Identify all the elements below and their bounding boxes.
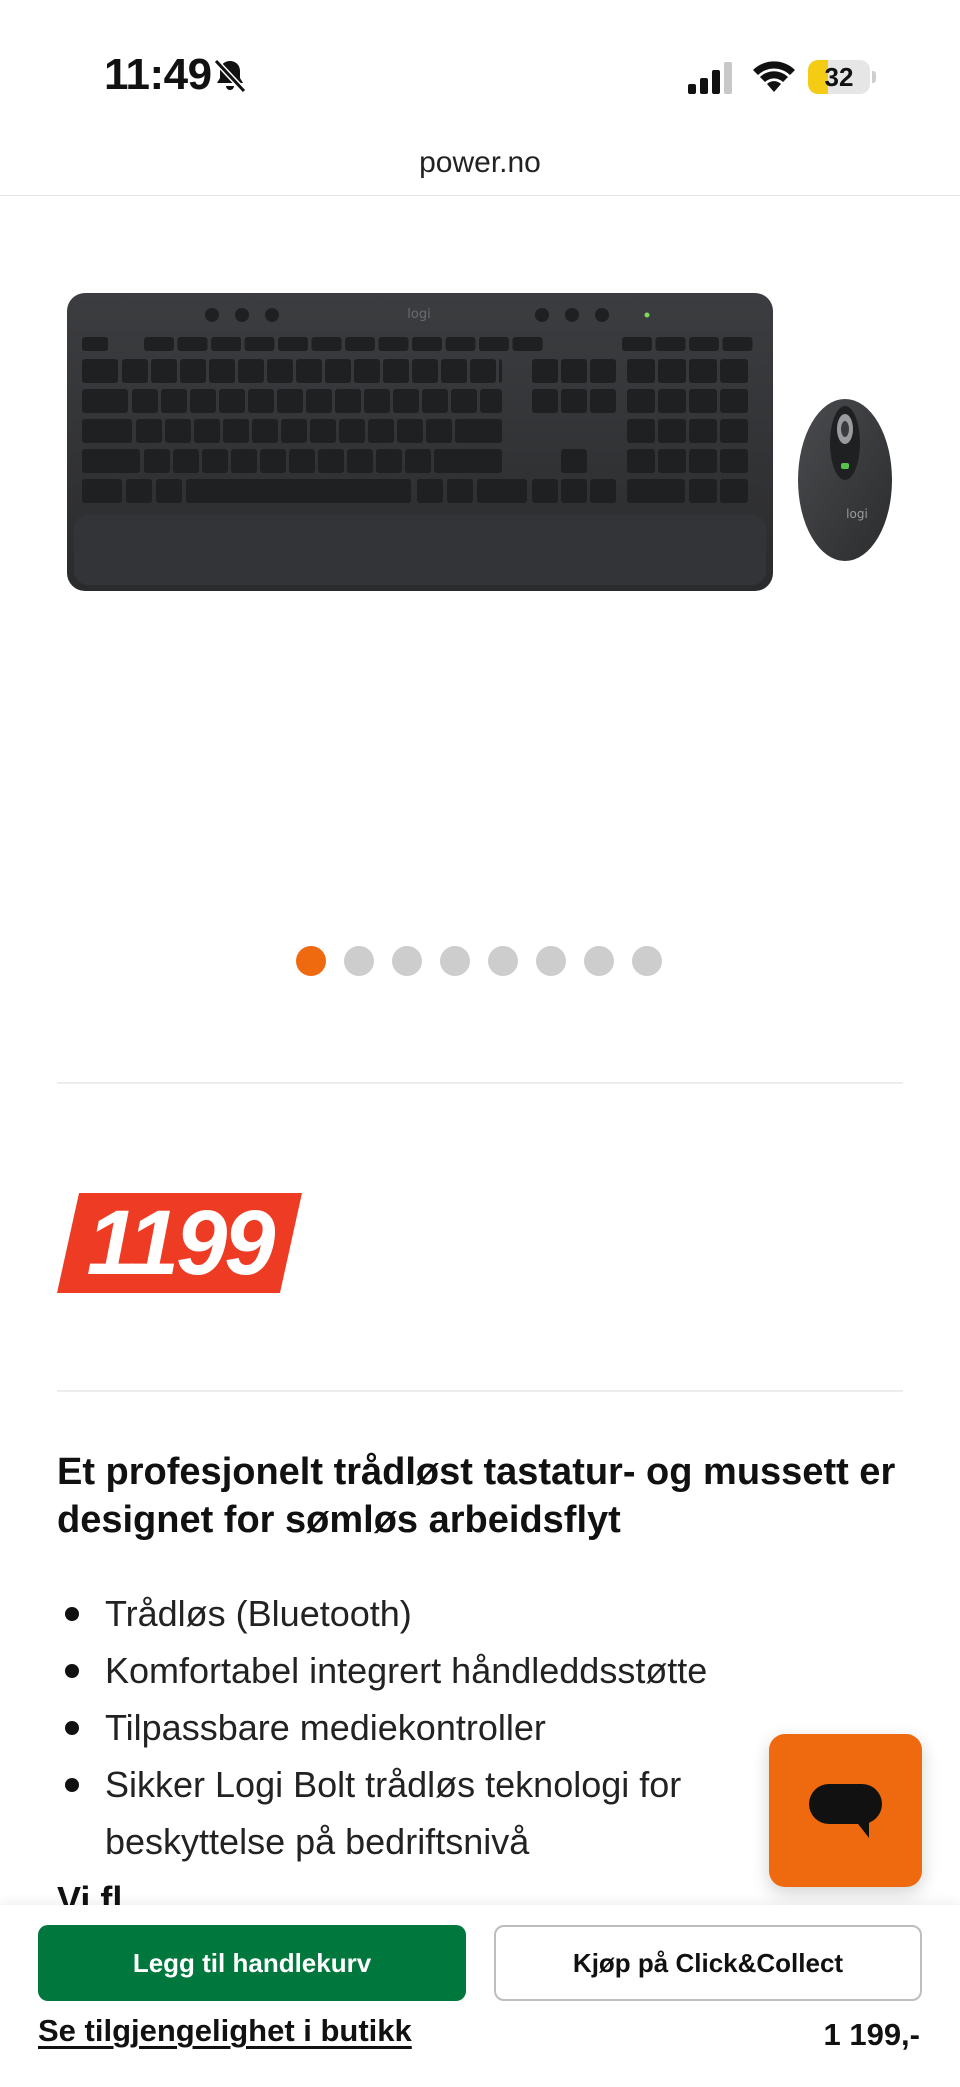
carousel-dot[interactable] xyxy=(344,946,374,976)
feature-item: Tilpassbare mediekontroller xyxy=(57,1699,777,1756)
feature-item: Komfortabel integrert håndleddsstøtte xyxy=(57,1642,777,1699)
bullet-icon xyxy=(65,1721,79,1735)
feature-list: Trådløs (Bluetooth) Komfortabel integrer… xyxy=(57,1585,777,1870)
bottom-action-bar: Legg til handlekurv Kjøp på Click&Collec… xyxy=(0,1905,960,2087)
battery-icon: 32 xyxy=(808,60,876,94)
carousel-dot[interactable] xyxy=(392,946,422,976)
chat-bubble-icon xyxy=(809,1784,882,1838)
product-headline: Et profesjonelt trådløst tastatur- og mu… xyxy=(57,1451,896,1541)
carousel-dot[interactable] xyxy=(536,946,566,976)
feature-text: Komfortabel integrert håndleddsstøtte xyxy=(105,1650,708,1691)
feature-item: Sikker Logi Bolt trådløs teknologi for b… xyxy=(57,1756,777,1870)
bell-slash-icon xyxy=(213,58,247,94)
divider xyxy=(0,195,960,196)
feature-item: Trådløs (Bluetooth) xyxy=(57,1585,777,1642)
carousel-dot[interactable] xyxy=(440,946,470,976)
keyboard-illustration: logi xyxy=(67,293,773,591)
divider xyxy=(57,1390,903,1392)
price-badge: 1199 xyxy=(57,1193,302,1293)
click-and-collect-button[interactable]: Kjøp på Click&Collect xyxy=(494,1925,922,2001)
divider xyxy=(57,1082,903,1084)
bullet-icon xyxy=(65,1664,79,1678)
feature-text: Sikker Logi Bolt trådløs teknologi for b… xyxy=(105,1764,682,1862)
status-time: 11:49 xyxy=(104,50,212,99)
add-to-cart-button[interactable]: Legg til handlekurv xyxy=(38,1925,466,2001)
feature-text: Tilpassbare mediekontroller xyxy=(105,1707,546,1748)
bullet-icon xyxy=(65,1607,79,1621)
carousel-dot[interactable] xyxy=(584,946,614,976)
browser-url[interactable]: power.no xyxy=(0,146,960,180)
mouse-illustration: logi xyxy=(798,399,892,561)
cellular-signal-icon xyxy=(688,62,732,94)
bullet-icon xyxy=(65,1778,79,1792)
feature-text: Trådløs (Bluetooth) xyxy=(105,1593,412,1634)
carousel-dot[interactable] xyxy=(296,946,326,976)
keyboard-brand-logo: logi xyxy=(407,307,430,322)
carousel-dot[interactable] xyxy=(488,946,518,976)
product-image[interactable]: logi logi xyxy=(62,285,902,605)
carousel-dot[interactable] xyxy=(632,946,662,976)
image-carousel-dots xyxy=(296,946,662,976)
price-badge-value: 1199 xyxy=(86,1192,276,1294)
mouse-brand-logo: logi xyxy=(846,507,868,521)
battery-percentage: 32 xyxy=(824,62,854,92)
bottom-price: 1 199,- xyxy=(823,2017,920,2052)
wifi-icon xyxy=(753,61,795,92)
store-availability-link[interactable]: Se tilgjengelighet i butikk xyxy=(38,2013,412,2049)
status-bar: 11:49 32 xyxy=(0,0,960,140)
chat-button[interactable] xyxy=(769,1734,922,1887)
